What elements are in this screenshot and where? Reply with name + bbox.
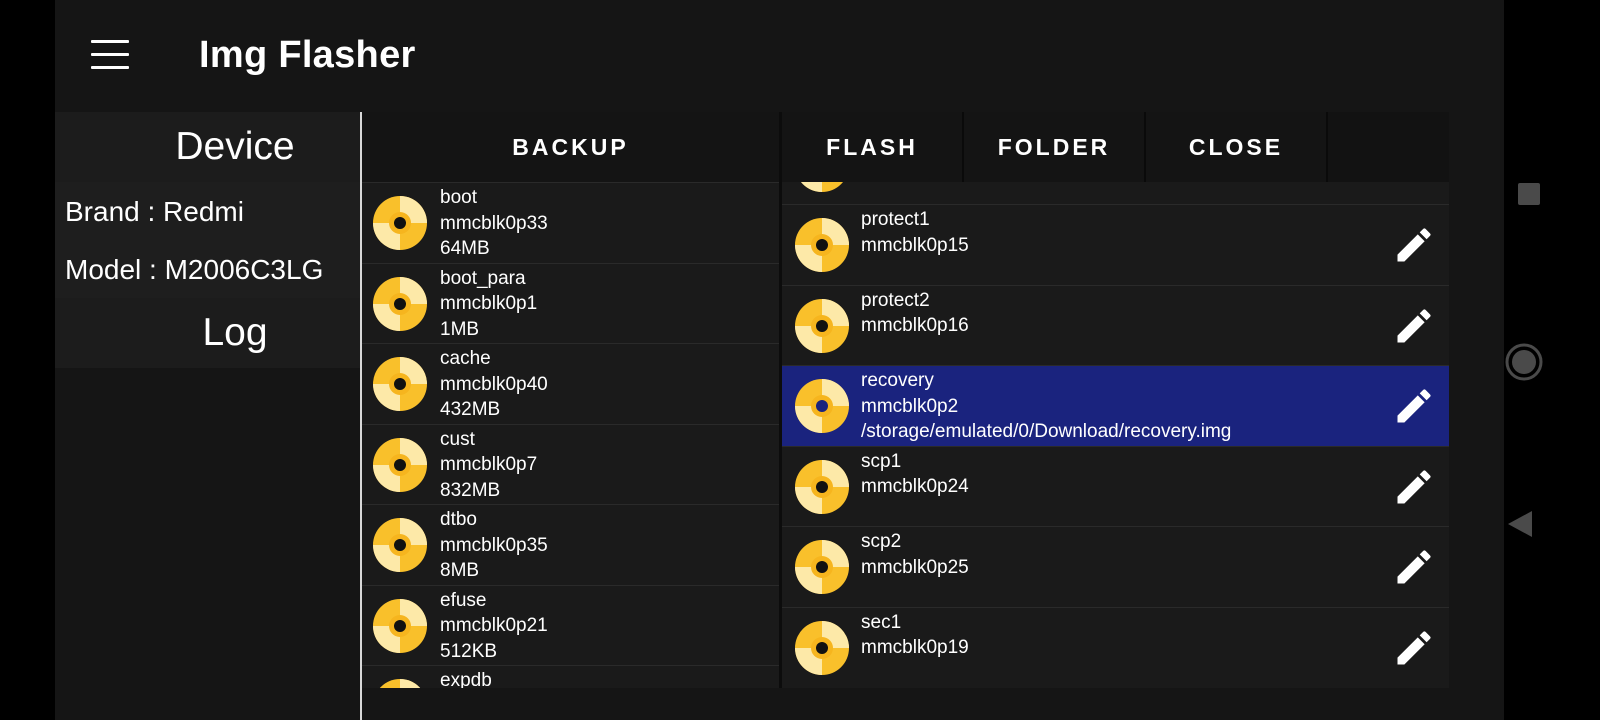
flash-list-item-selected[interactable]: recovery mmcblk0p2/storage/emulated/0/Dow… (782, 365, 1449, 446)
system-nav-bar (1504, 0, 1600, 720)
disc-partition-icon (373, 357, 427, 411)
pencil-edit-icon[interactable] (1392, 545, 1436, 589)
backup-list-item[interactable]: boot mmcblk0p33 64MB (362, 182, 779, 263)
partition-device: mmcblk0p24 (861, 476, 969, 497)
partition-name: scp2 (861, 531, 902, 552)
flash-list-item[interactable]: sec1 mmcblk0p19 (782, 606, 1449, 688)
partition-text: boot_para mmcblk0p1 1MB (440, 266, 537, 343)
flash-list-item[interactable]: scp2 mmcblk0p25 (782, 526, 1449, 607)
pencil-edit-icon[interactable] (1392, 384, 1436, 428)
partition-name: efuse (440, 589, 487, 611)
model-label: Model : M2006C3LG (65, 254, 324, 285)
partition-text: recovery mmcblk0p2/storage/emulated/0/Dow… (861, 368, 1231, 445)
partition-device: mmcblk0p15 (861, 234, 969, 256)
brand-label: Brand : Redmi (65, 196, 244, 227)
partition-text: expdb (440, 668, 492, 688)
backup-list-item[interactable]: cache mmcblk0p40 432MB (362, 343, 779, 424)
tab-close[interactable]: CLOSE (1146, 112, 1328, 182)
partition-device: mmcblk0p21 (440, 615, 548, 636)
partition-name: expdb (440, 670, 492, 688)
tab-backup[interactable]: BACKUP (362, 112, 779, 182)
tab-flash[interactable]: FLASH (782, 112, 964, 182)
image-path: /storage/emulated/0/Download/recovery.im… (861, 421, 1232, 442)
partition-name: protect2 (861, 289, 930, 311)
backup-partition-list[interactable]: boot mmcblk0p33 64MB boot_para mmcblk0p1 1MB c… (362, 182, 779, 688)
tab-folder[interactable]: FOLDER (964, 112, 1146, 182)
partition-text: efuse mmcblk0p21 512KB (440, 588, 548, 665)
backup-list-item[interactable]: expdb (362, 665, 779, 688)
partition-device: mmcblk0p7 (440, 454, 538, 475)
backup-list-item[interactable]: cust mmcblk0p7 832MB (362, 423, 779, 505)
partition-text: cache mmcblk0p40 432MB (440, 346, 548, 423)
partition-size: 512KB (440, 640, 498, 662)
partition-device: mmcblk0p2 (861, 395, 959, 417)
partition-size: 1MB (440, 318, 480, 340)
backup-list-item[interactable]: boot_para mmcblk0p1 1MB (362, 262, 779, 344)
home-circle-icon[interactable] (1504, 342, 1544, 382)
flash-panel: FLASH FOLDER CLOSE protect1 mmcblk0p15 pro… (782, 112, 1449, 688)
partition-device: mmcblk0p35 (440, 534, 548, 556)
flash-partition-list[interactable]: protect1 mmcblk0p15 protect2 mmcblk0p16 reco… (782, 182, 1449, 688)
flash-list-item[interactable]: scp1 mmcblk0p24 (782, 445, 1449, 527)
partition-text: protect2 mmcblk0p16 (861, 288, 969, 339)
partition-name: protect1 (861, 209, 930, 230)
disc-partition-icon (373, 437, 427, 492)
pencil-edit-icon[interactable] (1392, 465, 1436, 509)
disc-partition-icon (373, 276, 427, 331)
partition-text: boot mmcblk0p33 64MB (440, 185, 548, 262)
partition-device: mmcblk0p33 (440, 212, 548, 234)
pencil-edit-icon[interactable] (1392, 626, 1436, 670)
partition-name: scp1 (861, 450, 902, 472)
partition-name: sec1 (861, 611, 902, 633)
partition-device: mmcblk0p40 (440, 373, 548, 395)
partition-name: recovery (861, 370, 934, 391)
disc-partition-icon (373, 518, 427, 572)
disc-partition-icon (795, 620, 849, 675)
disc-partition-icon (373, 598, 427, 653)
partition-text: dtbo mmcblk0p35 8MB (440, 507, 548, 584)
partition-size: 64MB (440, 238, 490, 259)
partition-size: 432MB (440, 399, 501, 420)
backup-list-item[interactable]: dtbo mmcblk0p35 8MB (362, 504, 779, 585)
recents-square-icon[interactable] (1517, 182, 1541, 206)
partition-device: mmcblk0p16 (861, 315, 969, 336)
disc-partition-icon (795, 218, 849, 272)
back-triangle-icon[interactable] (1506, 509, 1534, 539)
partition-text: scp2 mmcblk0p25 (861, 529, 969, 580)
disc-partition-icon (795, 540, 849, 594)
pencil-edit-icon[interactable] (1392, 304, 1436, 348)
partition-text: protect1 mmcblk0p15 (861, 207, 969, 258)
partition-device: mmcblk0p19 (861, 637, 969, 658)
disc-partition-icon (801, 182, 843, 192)
backup-list-item[interactable]: efuse mmcblk0p21 512KB (362, 584, 779, 666)
partition-size: 832MB (440, 479, 501, 501)
partition-name: dtbo (440, 509, 477, 530)
disc-partition-icon (373, 196, 427, 250)
disc-partition-icon (795, 459, 849, 514)
disc-partition-icon (795, 379, 849, 433)
pencil-edit-icon[interactable] (1392, 223, 1436, 267)
partition-device: mmcblk0p25 (861, 556, 969, 578)
partition-name: cache (440, 348, 491, 369)
partition-text: cust mmcblk0p7 832MB (440, 427, 537, 504)
partition-text: sec1 mmcblk0p19 (861, 610, 969, 661)
partition-device: mmcblk0p1 (440, 293, 538, 314)
partition-name: boot_para (440, 267, 526, 289)
partition-name: cust (440, 428, 475, 450)
hamburger-menu-icon[interactable] (91, 40, 129, 70)
flash-list-item[interactable] (782, 182, 1449, 205)
flash-list-item[interactable]: protect1 mmcblk0p15 (782, 204, 1449, 285)
partition-size: 8MB (440, 560, 480, 581)
top-app-bar: Img Flasher (55, 0, 1504, 112)
backup-panel: BACKUP boot mmcblk0p33 64MB boot_parammcblk… (362, 112, 779, 688)
partition-text: scp1 mmcblk0p24 (861, 449, 969, 500)
disc-partition-icon (379, 679, 421, 688)
partition-name: boot (440, 187, 477, 208)
flash-list-item[interactable]: protect2 mmcblk0p16 (782, 284, 1449, 366)
disc-partition-icon (795, 298, 849, 353)
app-title: Img Flasher (199, 34, 416, 76)
